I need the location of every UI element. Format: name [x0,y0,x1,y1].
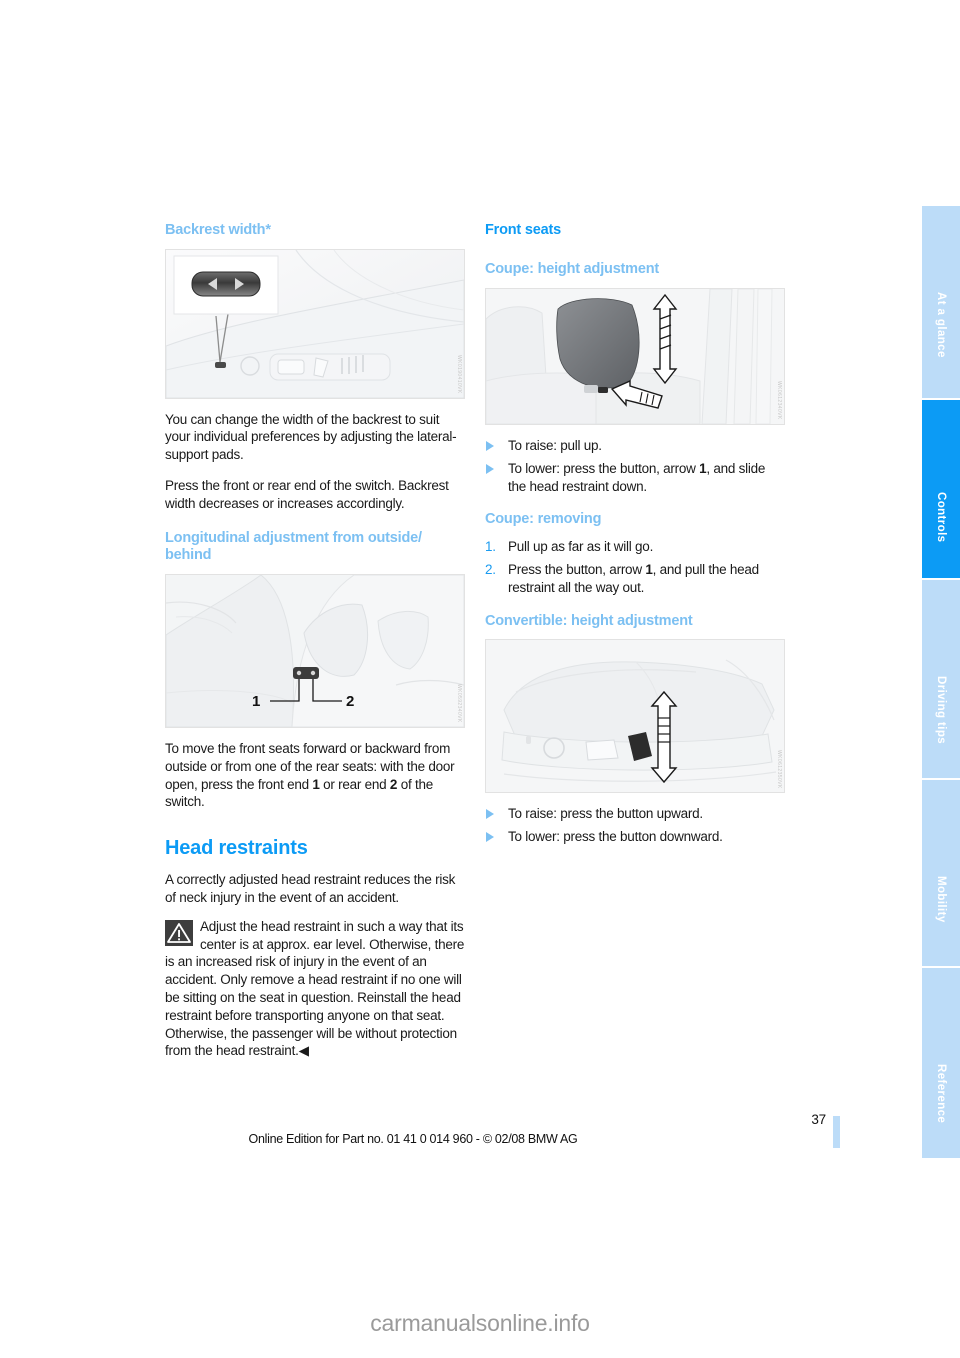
figure-callout-2: 2 [346,693,355,711]
step-index: 1. [485,539,496,555]
triangle-bullet-icon [486,441,494,452]
bullet-text: To lower: press the button downward. [508,829,723,845]
heading-front-seats: Front seats [485,222,561,238]
sidebar-tab-label: Mobility [935,876,947,923]
section-tab-rail: At a glance Controls Driving tips Mobili… [922,206,960,1158]
figure-callout-1: 1 [252,693,261,711]
triangle-bullet-icon [486,809,494,820]
list-item: To lower: press the button downward. [485,828,785,846]
figure-longitudinal-adjustment: 1 2 WK0592340VK [165,574,465,729]
coupe-head-restraint-illustration-art [486,289,784,425]
warning-triangle-icon [165,919,193,946]
warning-block: Adjust the head restraint in such a way … [165,918,465,1060]
manual-page: Backrest width* WK0190410VK You can chan… [0,0,960,1358]
heading-convertible-height-adjustment: Convertible: height adjustment [485,612,693,629]
bullet-text: To raise: press the button upward. [508,806,703,822]
step-text-a: Press the button, arrow [508,561,646,577]
paragraph-longitudinal: To move the front seats forward or backw… [165,740,465,811]
paragraph-longitudinal-c: or rear end [319,776,390,792]
list-item: To lower: press the button, arrow 1, and… [485,460,785,496]
sidebar-tab-mobility[interactable]: Mobility [922,780,960,968]
paragraph-backrest-2: Press the front or rear end of the switc… [165,478,449,511]
list-item: To raise: pull up. [485,437,785,455]
figure-coupe-height: WK0612340VK [485,288,785,426]
site-watermark: carmanualsonline.info [370,1310,590,1336]
warning-end-marker: ◀ [298,1043,309,1059]
step-index: 2. [485,561,496,577]
list-item: 1. Pull up as far as it will go. [485,538,785,556]
heading-head-restraints: Head restraints [165,837,308,860]
backrest-width-illustration-art [166,249,464,398]
step-text-num: 1 [645,561,653,577]
bullet-text-a: To lower: press the button, arrow [508,460,700,476]
triangle-bullet-icon [486,463,494,474]
page-edge-marker [833,1116,840,1148]
figure-watermark: WK0592340VK [456,684,462,724]
step-text-a: Pull up as far as it will go. [508,539,654,555]
figure-convertible-height: WK0612350VK [485,639,785,794]
convertible-seat-switch-illustration-art [486,640,784,793]
page-content: Backrest width* WK0190410VK You can chan… [165,222,805,1102]
list-item: 2. Press the button, arrow 1, and pull th… [485,561,785,597]
sidebar-tab-driving-tips[interactable]: Driving tips [922,580,960,780]
sidebar-tab-label: At a glance [935,292,947,358]
heading-longitudinal-adjustment: Longitudinal adjustment from outside/ be… [165,529,422,564]
heading-coupe-height-adjustment: Coupe: height adjustment [485,261,660,278]
bullet-text-a: To raise: pull up. [508,438,602,454]
triangle-bullet-icon [486,832,494,843]
figure-backrest-width: WK0190410VK [165,248,465,399]
heading-backrest-width: Backrest width* [165,222,271,238]
sidebar-tab-controls[interactable]: Controls [922,400,960,580]
paragraph-backrest-1: You can change the width of the backrest… [165,411,457,463]
warning-text: Adjust the head restraint in such a way … [165,918,465,1059]
list-coupe-removing-steps: 1. Pull up as far as it will go. 2. Press … [485,538,785,596]
heading-coupe-removing: Coupe: removing [485,511,602,528]
list-item: To raise: press the button upward. [485,805,785,823]
list-coupe-height-bullets: To raise: pull up. To lower: press the b… [485,437,785,495]
list-convertible-height-bullets: To raise: press the button upward. To lo… [485,805,785,846]
sidebar-tab-label: Driving tips [935,676,947,745]
paragraph-head-restraints-1: A correctly adjusted head restraint redu… [165,872,456,906]
footer-edition-line: Online Edition for Part no. 01 41 0 014 … [248,1132,578,1146]
paragraph-longitudinal-num-1: 1 [312,776,320,792]
figure-watermark: WK0612340VK [776,381,782,421]
figure-watermark: WK0190410VK [456,355,462,394]
page-footer: 37 Online Edition for Part no. 01 41 0 0… [0,1112,960,1164]
left-column: Backrest width* WK0190410VK You can chan… [165,222,465,1070]
longitudinal-adjustment-illustration-art [166,575,464,728]
figure-watermark: WK0612350VK [776,749,782,789]
page-number: 37 [811,1112,826,1127]
sidebar-tab-label: Controls [935,492,947,543]
right-column: Front seats Coupe: height adjustment WK0… [485,222,785,859]
sidebar-tab-at-a-glance[interactable]: At a glance [922,206,960,400]
